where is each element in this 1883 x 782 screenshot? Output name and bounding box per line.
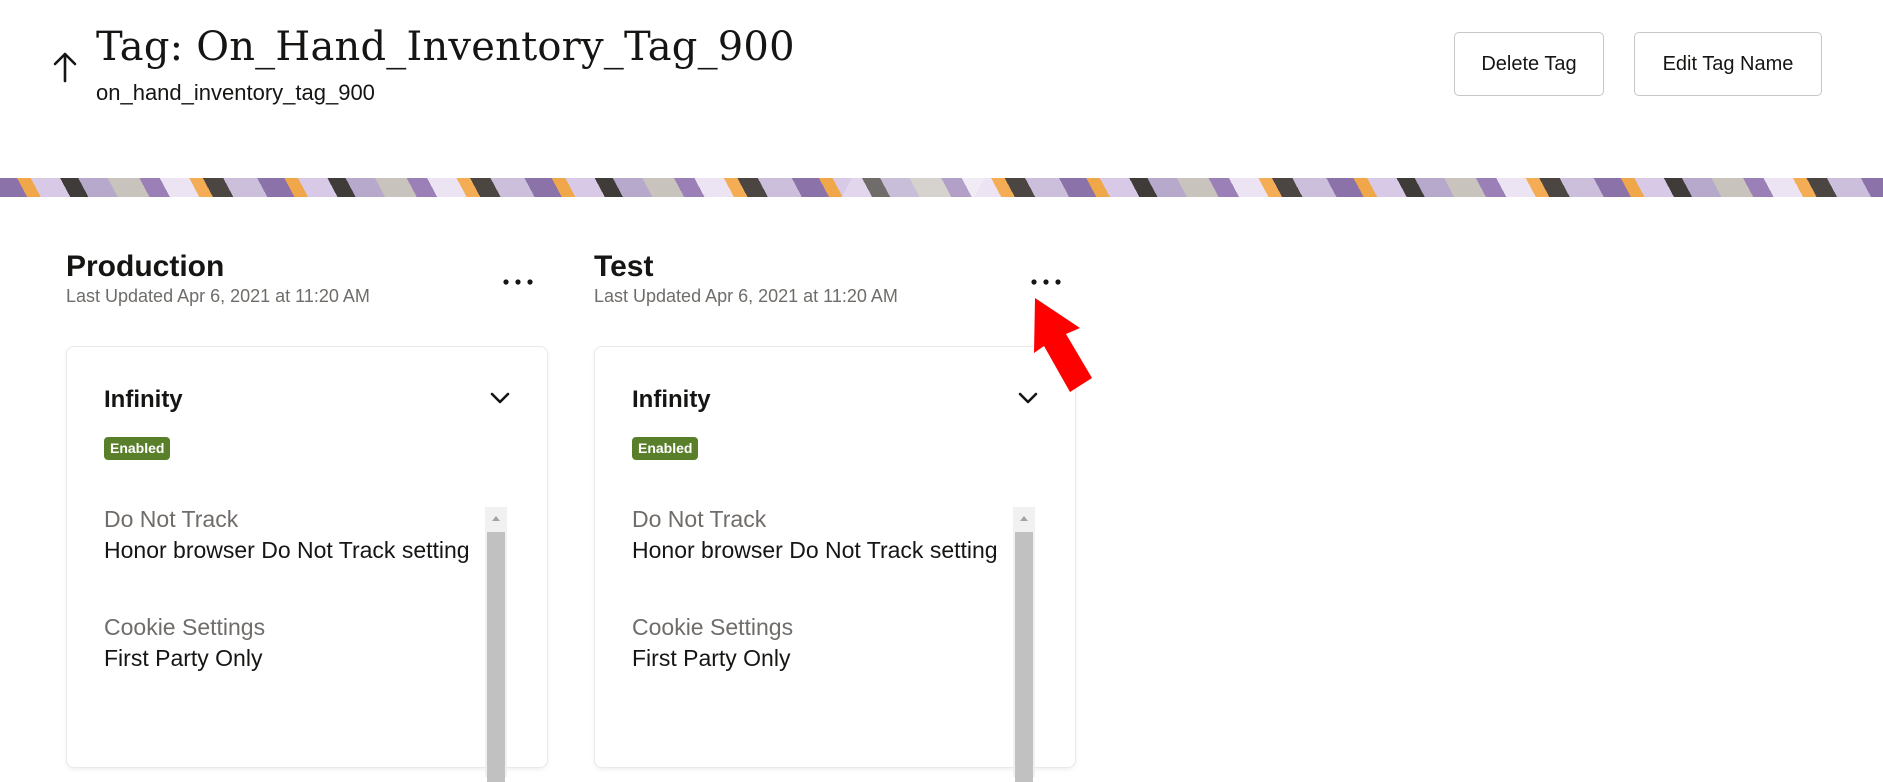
setting-label: Cookie Settings — [104, 614, 266, 640]
card-title: Infinity — [632, 386, 711, 413]
more-horizontal-icon[interactable] — [496, 254, 540, 294]
setting-label: Cookie Settings — [632, 614, 794, 640]
page-subtitle: on_hand_inventory_tag_900 — [96, 80, 375, 105]
page-title: Tag: On_Hand_Inventory_Tag_900 — [96, 24, 795, 70]
settings-list: Do Not Track Honor browser Do Not Track … — [104, 505, 474, 721]
setting-label: Do Not Track — [632, 506, 767, 532]
setting-item: Do Not Track Honor browser Do Not Track … — [104, 505, 474, 565]
status-badge: Enabled — [104, 437, 171, 460]
scrollbar[interactable] — [1013, 507, 1035, 782]
card-title: Infinity — [104, 386, 183, 413]
page-header: Tag: On_Hand_Inventory_Tag_900 on_hand_i… — [0, 0, 1883, 178]
environment-name: Production — [66, 250, 225, 283]
service-card: Infinity Enabled Do Not Track Honor brow… — [594, 346, 1076, 782]
environment-name: Test — [594, 250, 654, 283]
setting-value: First Party Only — [632, 645, 791, 671]
decorative-banner — [0, 178, 1883, 197]
service-card: Infinity Enabled Do Not Track Honor brow… — [66, 346, 548, 782]
red-arrow-icon — [1030, 298, 1100, 396]
more-horizontal-icon[interactable] — [1024, 254, 1068, 294]
delete-tag-button[interactable]: Delete Tag — [1454, 32, 1604, 96]
edit-tag-name-button[interactable]: Edit Tag Name — [1634, 32, 1822, 96]
chevron-down-icon[interactable] — [487, 389, 513, 407]
setting-item: Do Not Track Honor browser Do Not Track … — [632, 505, 1002, 565]
setting-value: Honor browser Do Not Track setting — [632, 537, 998, 563]
status-badge: Enabled — [632, 437, 699, 460]
setting-label: Do Not Track — [104, 506, 239, 532]
setting-item: Cookie Settings First Party Only — [632, 613, 1002, 673]
last-updated-text: Last Updated Apr 6, 2021 at 11:20 AM — [66, 286, 370, 306]
scroll-up-arrow-icon[interactable] — [485, 507, 507, 529]
settings-list: Do Not Track Honor browser Do Not Track … — [632, 505, 1002, 721]
setting-value: Honor browser Do Not Track setting — [104, 537, 470, 563]
scrollbar[interactable] — [485, 507, 507, 782]
setting-value: First Party Only — [104, 645, 263, 671]
last-updated-text: Last Updated Apr 6, 2021 at 11:20 AM — [594, 286, 898, 306]
setting-item: Cookie Settings First Party Only — [104, 613, 474, 673]
scroll-up-arrow-icon[interactable] — [1013, 507, 1035, 529]
arrow-up-icon[interactable] — [50, 48, 80, 84]
